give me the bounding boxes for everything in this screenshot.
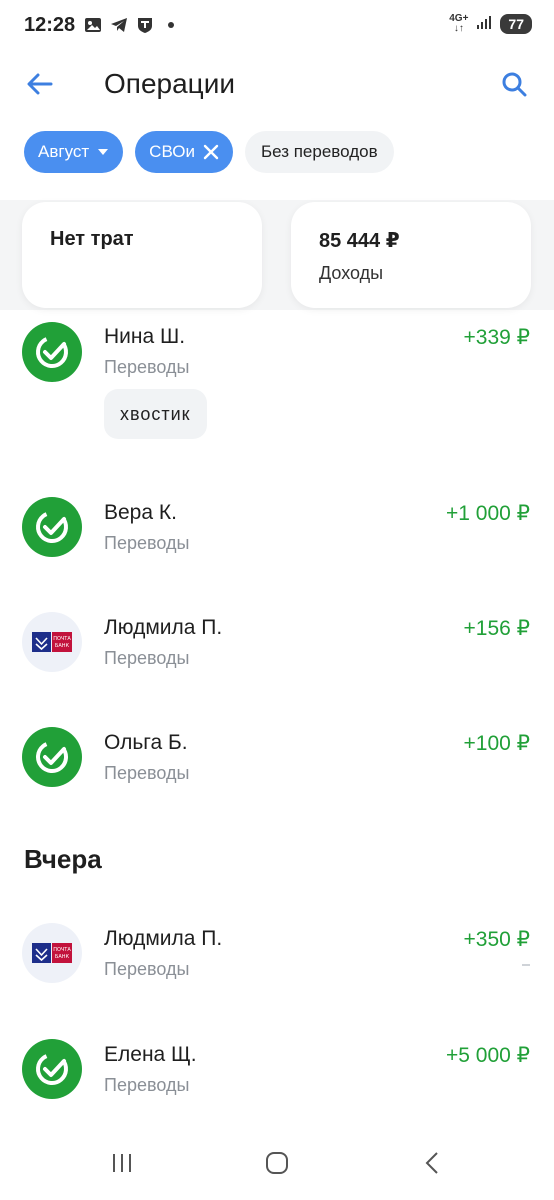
filter-no-transfers-chip[interactable]: Без переводов: [244, 131, 394, 173]
income-card[interactable]: 85 444 ₽ Доходы: [291, 202, 531, 308]
app-header: Операции: [0, 58, 554, 114]
home-icon: [264, 1150, 290, 1181]
network-arrows: ↓↑: [453, 23, 464, 34]
sber-logo-icon: [22, 727, 82, 787]
transaction-amount: +350 ₽: [463, 928, 531, 951]
transaction-amount: +1 000 ₽: [445, 502, 530, 525]
dot-icon: [162, 16, 180, 34]
transaction-amount: +156 ₽: [463, 617, 531, 640]
transaction-category: Переводы: [104, 763, 190, 783]
arrow-left-icon: [27, 73, 53, 100]
filter-month-label: Август: [38, 142, 90, 161]
transaction-category: Переводы: [104, 357, 190, 377]
filter-month-chip[interactable]: Август: [24, 131, 124, 173]
transaction-row[interactable]: ПОЧТА БАНК Людмила П. Переводы +350 ₽: [0, 923, 554, 993]
back-button[interactable]: [22, 68, 58, 104]
expenses-card[interactable]: Нет трат: [22, 202, 262, 308]
transaction-name: Ольга Б.: [104, 731, 188, 754]
system-navigation-bar: [0, 1130, 554, 1200]
expenses-label: Нет трат: [50, 228, 134, 250]
network-indicator: 4G+ ↓↑: [449, 14, 468, 34]
status-bar: 12:28 4G+ ↓↑ 77: [0, 0, 554, 52]
income-label: Доходы: [319, 263, 384, 283]
image-icon: [84, 16, 102, 34]
back-nav-button[interactable]: [412, 1150, 452, 1180]
recent-apps-icon: [110, 1152, 134, 1179]
transaction-name: Людмила П.: [104, 616, 223, 639]
pochta-logo-text-top: ПОЧТА: [53, 947, 71, 953]
search-button[interactable]: [496, 68, 532, 104]
filter-category-label: СВОи: [149, 142, 195, 161]
sber-logo-icon: [22, 497, 82, 557]
chevron-down-icon: [97, 148, 109, 156]
battery-indicator: 77: [500, 14, 532, 34]
sber-logo-icon: [22, 1039, 82, 1099]
telegram-icon: [110, 16, 128, 34]
status-time: 12:28: [24, 14, 76, 36]
chevron-left-icon: [424, 1151, 440, 1180]
transaction-amount: +339 ₽: [463, 326, 531, 349]
pochta-bank-logo-icon: ПОЧТА БАНК: [22, 612, 82, 672]
section-title-yesterday: Вчера: [24, 844, 102, 874]
transaction-name: Нина Ш.: [104, 325, 186, 348]
transaction-category: Переводы: [104, 1075, 190, 1095]
transaction-name: Вера К.: [104, 501, 177, 524]
transaction-name: Людмила П.: [104, 927, 223, 950]
recent-apps-button[interactable]: [102, 1150, 142, 1180]
pochta-logo-text-bottom: БАНК: [55, 954, 70, 960]
pochta-logo-text-bottom: БАНК: [55, 643, 70, 649]
transaction-row[interactable]: Нина Ш. Переводы +339 ₽ хвостик: [0, 322, 554, 462]
transaction-name: Елена Щ.: [104, 1043, 197, 1066]
divider-mark: [522, 964, 530, 966]
transaction-row[interactable]: Ольга Б. Переводы +100 ₽: [0, 727, 554, 797]
filter-no-transfers-label: Без переводов: [260, 142, 378, 161]
home-button[interactable]: [257, 1150, 297, 1180]
sber-logo-icon: [22, 322, 82, 382]
summary-cards: Нет трат 85 444 ₽ Доходы: [0, 200, 554, 310]
transaction-category: Переводы: [104, 959, 190, 979]
signal-icon: [476, 15, 492, 34]
transaction-tag[interactable]: хвостик: [104, 389, 207, 439]
tbank-icon: [136, 16, 154, 34]
pochta-logo-text-top: ПОЧТА: [53, 636, 71, 642]
filter-chips: Август СВОи Без переводов: [24, 131, 394, 173]
status-right: 4G+ ↓↑ 77: [449, 14, 532, 34]
transaction-row[interactable]: Вера К. Переводы +1 000 ₽: [0, 497, 554, 567]
page-title: Операции: [104, 68, 235, 99]
pochta-bank-logo-icon: ПОЧТА БАНК: [22, 923, 82, 983]
transaction-row[interactable]: ПОЧТА БАНК Людмила П. Переводы +156 ₽: [0, 612, 554, 682]
notification-icons: [84, 16, 180, 34]
filter-category-chip[interactable]: СВОи: [135, 131, 233, 173]
transaction-amount: +5 000 ₽: [445, 1044, 530, 1067]
transaction-amount: +100 ₽: [463, 732, 531, 755]
close-icon[interactable]: [203, 144, 219, 160]
income-value: 85 444 ₽: [319, 230, 400, 252]
transaction-row[interactable]: Елена Щ. Переводы +5 000 ₽: [0, 1039, 554, 1109]
transaction-category: Переводы: [104, 648, 190, 668]
search-icon: [501, 71, 527, 102]
transaction-category: Переводы: [104, 533, 190, 553]
